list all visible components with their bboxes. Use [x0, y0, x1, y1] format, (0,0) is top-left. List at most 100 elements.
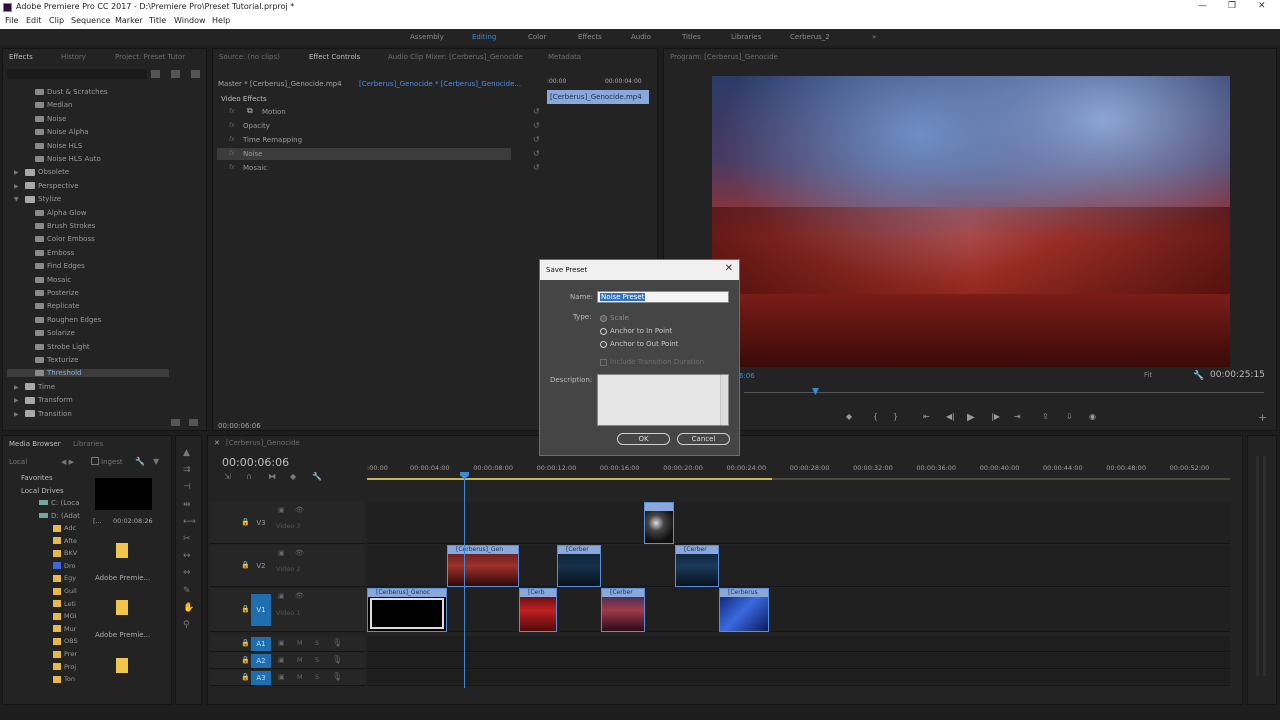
menu-edit[interactable]: Edit [26, 16, 42, 25]
go-out-icon[interactable]: ⇥ [1014, 412, 1021, 421]
workspace-titles[interactable]: Titles [682, 33, 701, 41]
out-icon[interactable]: } [893, 412, 898, 421]
reset-icon[interactable]: ↺ [533, 149, 540, 158]
in-icon[interactable]: { [873, 412, 878, 421]
timeline-clip[interactable] [644, 502, 674, 544]
effect-item[interactable]: Brush Strokes [35, 222, 95, 230]
tab-history[interactable]: History [61, 53, 86, 61]
ok-button[interactable]: OK [617, 433, 670, 445]
effects-folder[interactable]: ▶ Transform [14, 396, 73, 404]
premiere-file-icon[interactable] [116, 600, 128, 615]
type-anchor-out-radio[interactable]: Anchor to Out Point [600, 340, 678, 348]
premiere-file-icon[interactable] [116, 543, 128, 558]
track-target-toggle[interactable]: A3 [251, 671, 271, 685]
menu-sequence[interactable]: Sequence [71, 16, 110, 25]
type-anchor-in-radio[interactable]: Anchor to In Point [600, 327, 672, 335]
track-lane[interactable] [367, 653, 1230, 669]
effect-item[interactable]: Texturize [35, 356, 78, 364]
cancel-button[interactable]: Cancel [677, 433, 730, 445]
effect-item[interactable]: Mosaic [35, 276, 71, 284]
sync-lock-icon[interactable]: ▣ [278, 506, 285, 514]
effect-control-row[interactable]: fx Opacity [217, 120, 511, 132]
tab-effects[interactable]: Effects [9, 53, 33, 61]
effect-item[interactable]: Replicate [35, 302, 79, 310]
effect-control-row[interactable]: fx Noise [217, 148, 511, 160]
eye-icon[interactable]: 👁 [295, 506, 304, 514]
solo-toggle[interactable]: S [315, 639, 319, 647]
slip-tool-icon[interactable]: ↔ [183, 551, 191, 561]
add-marker-icon[interactable]: ◆ [290, 472, 296, 481]
tab-project[interactable]: Project: Preset Tutor [115, 53, 185, 61]
microphone-icon[interactable]: 🎙 [332, 638, 342, 647]
folder-item[interactable]: OBS [53, 637, 78, 645]
lock-icon[interactable]: 🔒 [241, 561, 250, 569]
dialog-close-button[interactable]: ✕ [725, 263, 733, 274]
folder-item[interactable]: Ton [53, 675, 75, 683]
effect-item[interactable]: Emboss [35, 249, 74, 257]
sync-lock-icon[interactable]: ▣ [278, 656, 285, 664]
step-back-icon[interactable]: ◀| [946, 412, 955, 421]
track-target-toggle[interactable]: A1 [251, 637, 271, 651]
reset-icon[interactable]: ↺ [533, 163, 540, 172]
lock-icon[interactable]: 🔒 [241, 605, 250, 613]
effect-item[interactable]: Find Edges [35, 262, 85, 270]
tab-source[interactable]: Source: (no clips) [219, 53, 280, 61]
folder-item[interactable]: Prer [53, 650, 77, 658]
local-dropdown[interactable]: Local [9, 458, 27, 466]
effects-folder[interactable]: ▶ Time [14, 383, 55, 391]
extract-icon[interactable]: ⇩ [1066, 412, 1073, 421]
effect-item[interactable]: Noise Alpha [35, 128, 89, 136]
wrench-icon[interactable]: 🔧 [135, 457, 145, 466]
eye-icon[interactable]: 👁 [295, 549, 304, 557]
mini-timeline-clip[interactable]: [Cerberus]_Genocide.mp4 [547, 90, 649, 104]
folder-item[interactable]: Egy [53, 574, 76, 582]
slide-tool-icon[interactable]: ⇔ [183, 568, 191, 578]
fx-toggle-icon[interactable]: fx [229, 122, 235, 129]
effect-item[interactable]: Threshold [7, 369, 169, 378]
hand-tool-icon[interactable]: ✋ [183, 603, 194, 613]
reset-icon[interactable]: ↺ [533, 121, 540, 130]
effects-search-input[interactable] [7, 69, 147, 79]
go-in-icon[interactable]: ⇤ [923, 412, 930, 421]
include-transition-checkbox[interactable]: Include Transition Duration [600, 358, 704, 366]
lock-icon[interactable]: 🔒 [241, 518, 250, 526]
timeline-playhead[interactable] [464, 472, 465, 688]
folder-item[interactable]: Guil [53, 587, 77, 595]
timeline-close-icon[interactable]: ✕ [214, 439, 220, 447]
folder-item[interactable]: Adc [53, 524, 76, 532]
track-target-toggle[interactable]: A2 [251, 654, 271, 668]
rolling-edit-tool-icon[interactable]: ⇹ [183, 500, 191, 510]
preset-name-input[interactable]: Noise Preset [597, 291, 729, 303]
step-forward-icon[interactable]: |▶ [991, 412, 1000, 421]
workspace-color[interactable]: Color [528, 33, 546, 41]
timeline-clip[interactable]: [Cerber [675, 545, 719, 587]
program-scrub-bar[interactable] [744, 392, 1264, 393]
effect-control-row[interactable]: fx Time Remapping [217, 134, 511, 146]
settings-wrench-icon[interactable]: 🔧 [1193, 371, 1204, 381]
workspace-libraries[interactable]: Libraries [731, 33, 761, 41]
tab-metadata[interactable]: Metadata [548, 53, 581, 61]
track-lane[interactable] [367, 502, 1230, 544]
folder-item[interactable]: BKV [53, 549, 77, 557]
ripple-edit-tool-icon[interactable]: ⊣ [183, 482, 191, 492]
nav-arrows-icon[interactable]: ◀ ▶ [61, 458, 74, 466]
program-video-frame[interactable] [712, 76, 1230, 367]
tab-program[interactable]: Program: [Cerberus]_Genocide [670, 53, 778, 61]
snap-icon[interactable]: ∩ [246, 472, 252, 481]
chevron-right-icon[interactable]: ▶ [14, 169, 19, 176]
new-bin-icon[interactable] [151, 70, 160, 78]
workspace-effects[interactable]: Effects [578, 33, 602, 41]
menu-file[interactable]: File [5, 16, 18, 25]
zoom-tool-icon[interactable]: ⚲ [183, 620, 190, 630]
sync-lock-icon[interactable]: ▣ [278, 549, 285, 557]
type-scale-radio[interactable]: Scale [600, 314, 629, 322]
folder-item[interactable]: Leti [53, 600, 76, 608]
timeline-clip[interactable]: [Cerberus]_Gen [447, 545, 519, 587]
selection-tool-icon[interactable]: ▲ [183, 448, 190, 458]
effect-item[interactable]: Noise HLS Auto [35, 155, 101, 163]
minimize-button[interactable]: — [1198, 1, 1207, 11]
add-button-icon[interactable]: + [1258, 411, 1267, 424]
effect-item[interactable]: Posterize [35, 289, 79, 297]
timeline-clip[interactable]: [Cerb [519, 588, 557, 632]
effect-item[interactable]: Color Emboss [35, 235, 95, 243]
